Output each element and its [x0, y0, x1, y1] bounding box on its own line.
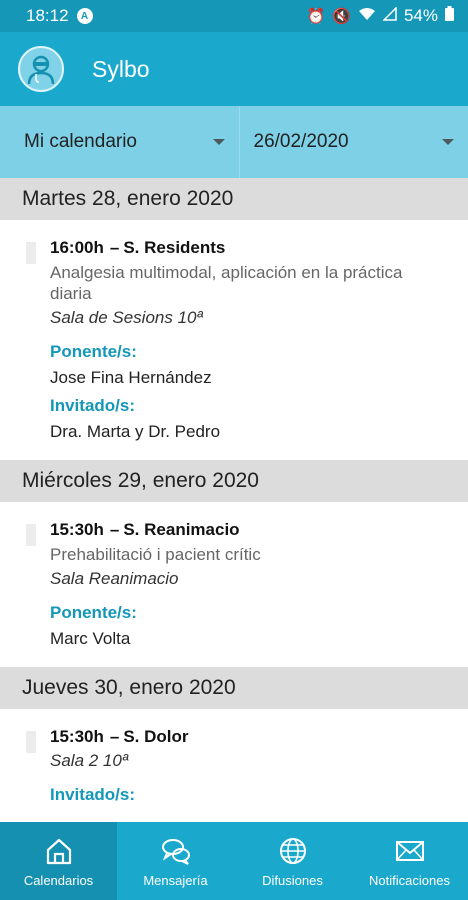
- battery-icon: [445, 6, 454, 26]
- event-group: S. Reanimacio: [123, 520, 240, 539]
- battery-level: 54%: [403, 6, 438, 25]
- tab-label: Calendarios: [23, 872, 94, 888]
- event-group: S. Dolor: [123, 727, 189, 746]
- mute-icon: 🔇: [332, 8, 351, 25]
- tab-label: Difusiones: [262, 872, 323, 888]
- app-notification-icon: A: [76, 8, 93, 24]
- speaker-name: Marc Volta: [50, 629, 131, 648]
- event-group: S. Residents: [123, 238, 226, 257]
- speaker-label: Ponente/s:: [50, 342, 137, 361]
- tab-label: Notificaciones: [369, 872, 450, 888]
- event-time: 16:00h: [50, 238, 104, 257]
- day-header: Martes 28, enero 2020: [0, 178, 468, 220]
- event-time: 15:30h: [50, 520, 104, 539]
- event-description: Prehabilitació i pacient crític: [50, 545, 261, 564]
- day-header: Jueves 30, enero 2020: [0, 667, 468, 709]
- event-card[interactable]: 15:30h – S. Reanimacio Prehabilitació i pa…: [0, 502, 468, 667]
- day-header: Miércoles 29, enero 2020: [0, 460, 468, 502]
- speaker-name: Jose Fina Hernández: [50, 368, 212, 387]
- tab-mensajeria[interactable]: Mensajería: [117, 822, 234, 900]
- tab-notificaciones[interactable]: Notificaciones: [351, 822, 468, 900]
- event-room: Sala de Sesions 10ª: [50, 308, 203, 327]
- guest-label: Invitado/s:: [50, 785, 136, 804]
- event-room: Sala Reanimacio: [50, 569, 179, 588]
- chevron-down-icon: [442, 139, 454, 145]
- event-description: Analgesia multimodal, aplicación en la p…: [50, 263, 403, 303]
- alarm-icon: ⏰: [306, 8, 326, 25]
- event-marker: [26, 242, 36, 264]
- app-title: Sylbo: [92, 55, 150, 82]
- event-marker: [26, 524, 36, 546]
- tab-difusiones[interactable]: Difusiones: [234, 822, 351, 900]
- tab-label: Mensajería: [143, 872, 208, 888]
- speaker-label: Ponente/s:: [50, 603, 137, 622]
- event-card[interactable]: 15:30h – S. Dolor Sala 2 10ª Invitado/s:: [0, 709, 468, 822]
- chevron-down-icon: [212, 139, 225, 145]
- wifi-icon: [358, 7, 376, 25]
- event-card[interactable]: 16:00h – S. Residents Analgesia multimodal…: [0, 220, 468, 460]
- bottom-tab-bar: Calendarios Mensajería Difusiones Notifi…: [0, 822, 468, 900]
- chat-bubbles-icon: [161, 838, 190, 865]
- event-time-row: 16:00h – S. Residents: [50, 238, 226, 257]
- event-marker: [26, 731, 36, 753]
- status-time: 18:12: [26, 6, 69, 25]
- event-time-row: 15:30h – S. Reanimacio: [50, 520, 240, 539]
- event-time-row: 15:30h – S. Dolor: [50, 727, 189, 746]
- date-select[interactable]: 26/02/2020: [238, 106, 468, 178]
- event-time: 15:30h: [50, 727, 104, 746]
- calendar-select-value: Mi calendario: [24, 131, 137, 152]
- filter-bar: Mi calendario 26/02/2020: [0, 106, 468, 178]
- globe-icon: [279, 837, 306, 864]
- guest-name: Dra. Marta y Dr. Pedro: [50, 422, 221, 441]
- envelope-icon: [395, 840, 424, 861]
- doctor-logo-icon[interactable]: [18, 46, 64, 92]
- events-list[interactable]: Martes 28, enero 2020 16:00h – S. Resident…: [0, 178, 468, 822]
- calendar-select[interactable]: Mi calendario: [0, 106, 239, 178]
- tab-calendarios[interactable]: Calendarios: [0, 822, 117, 900]
- app-bar: Sylbo: [0, 32, 468, 106]
- date-select-value: 26/02/2020: [253, 131, 349, 152]
- home-icon: [46, 838, 71, 864]
- event-room: Sala 2 10ª: [50, 751, 129, 770]
- guest-label: Invitado/s:: [50, 396, 136, 415]
- status-bar: 18:12 A ⏰ 🔇 54%: [0, 0, 468, 32]
- signal-icon: [382, 6, 397, 25]
